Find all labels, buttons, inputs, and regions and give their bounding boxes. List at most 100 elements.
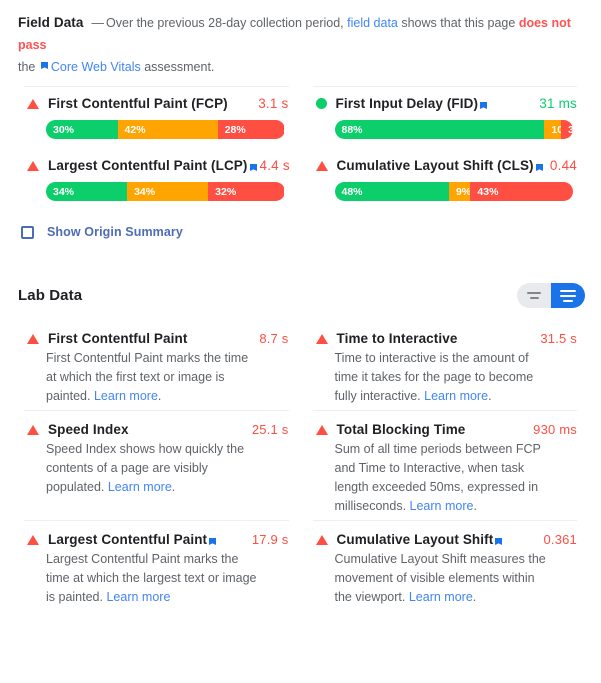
distribution-segment-good: 88% — [334, 120, 545, 139]
field-metric: First Contentful Paint (FCP) 3.1 s 30% 42% 2… — [18, 87, 295, 149]
lab-metric-row: Cumulative Layout Shift 0.361 — [313, 532, 578, 547]
lab-metric-name: First Contentful Paint — [48, 331, 188, 346]
lab-metric-description: Largest Contentful Paint marks the time … — [46, 552, 257, 604]
triangle-warning-icon — [315, 424, 328, 435]
field-metric-value: 4.4 s — [259, 158, 290, 173]
learn-more-link[interactable]: Learn more — [409, 590, 473, 604]
circle-pass-icon — [315, 98, 327, 109]
triangle-warning-icon — [27, 160, 39, 171]
lab-metric-row: Speed Index 25.1 s — [24, 422, 289, 437]
lab-metric-name: Time to Interactive — [336, 331, 458, 346]
lab-metric-cell: Total Blocking Time 930 ms Sum of all time… — [301, 410, 590, 520]
field-data-column-right: First Input Delay (FID) 31 ms 88%10%3% Cumu… — [301, 86, 590, 211]
lab-data-header: Lab Data — [0, 239, 601, 308]
lab-metric-cell: First Contentful Paint 8.7 s First Content… — [12, 320, 301, 410]
lab-data-title: Lab Data — [18, 287, 83, 304]
list-expanded-icon[interactable] — [551, 283, 585, 308]
learn-more-link[interactable]: Learn more — [410, 499, 474, 513]
core-web-vitals-link[interactable]: Core Web Vitals — [51, 60, 141, 74]
flag-icon — [494, 535, 503, 545]
lab-metric-value: 0.361 — [543, 532, 577, 547]
field-metric-row: First Input Delay (FID) 31 ms — [313, 96, 578, 111]
triangle-warning-icon — [315, 160, 328, 171]
lab-metric-cell: Cumulative Layout Shift 0.361 Cumulative L… — [301, 520, 590, 611]
field-metric-row: Largest Contentful Paint (LCP) 4.4 s — [24, 158, 290, 173]
learn-more-link[interactable]: Learn more — [108, 480, 172, 494]
distribution-segment-good: 48% — [334, 182, 449, 201]
field-metric-name: First Contentful Paint (FCP) — [48, 96, 228, 111]
lab-metric-value: 25.1 s — [251, 422, 289, 437]
field-data-link[interactable]: field data — [347, 16, 398, 30]
view-toggle[interactable] — [517, 283, 585, 308]
lab-metric-description: Speed Index shows how quickly the conten… — [46, 442, 245, 494]
header-dash: — — [91, 16, 105, 30]
field-data-header: Field Data — Over the previous 28-day coll… — [0, 0, 601, 78]
lab-metric-name: Total Blocking Time — [336, 422, 466, 437]
triangle-warning-icon — [27, 333, 39, 344]
field-data-column-left: First Contentful Paint (FCP) 3.1 s 30% 42% 2… — [12, 86, 301, 211]
lab-metric-row: Total Blocking Time 930 ms — [313, 422, 578, 437]
flag-icon — [535, 161, 544, 171]
triangle-warning-icon — [27, 98, 39, 109]
flag-icon — [249, 161, 258, 171]
show-origin-summary-row[interactable]: Show Origin Summary — [0, 211, 601, 239]
field-metric-value: 3.1 s — [258, 96, 289, 111]
distribution-segment-poor: 43% — [470, 182, 573, 201]
lab-metric-name: Largest Contentful Paint — [48, 532, 208, 547]
lab-metric-description: Time to interactive is the amount of tim… — [334, 351, 534, 403]
triangle-warning-icon — [315, 534, 328, 545]
list-condensed-icon[interactable] — [517, 283, 551, 308]
lab-metric-cell: Largest Contentful Paint 17.9 s Largest Co… — [12, 520, 301, 611]
distribution-bar: 34% 34% 32% — [46, 182, 285, 201]
learn-more-link[interactable]: Learn more — [94, 389, 158, 403]
triangle-warning-icon — [27, 534, 39, 545]
distribution-bar: 30% 42% 28% — [46, 120, 285, 139]
field-data-desc-4: assessment. — [144, 60, 215, 74]
field-data-desc-2: shows that this page — [401, 16, 516, 30]
lab-metric-name: Speed Index — [48, 422, 129, 437]
flag-icon — [208, 535, 217, 545]
flag-icon — [40, 57, 49, 69]
triangle-warning-icon — [27, 424, 39, 435]
lab-metric-cell: Time to Interactive 31.5 s Time to interac… — [301, 320, 590, 410]
field-metric-row: Cumulative Layout Shift (CLS) 0.44 — [313, 158, 578, 173]
distribution-segment-average: 9% — [448, 182, 471, 201]
learn-more-link[interactable]: Learn more — [424, 389, 488, 403]
lab-metric-description: Cumulative Layout Shift measures the mov… — [334, 552, 546, 604]
distribution-segment-average: 10% — [544, 120, 562, 139]
triangle-warning-icon — [315, 333, 328, 344]
lab-metric-cell: Speed Index 25.1 s Speed Index shows how q… — [12, 410, 301, 520]
distribution-segment-poor: 32% — [208, 182, 285, 201]
lab-metric-description: First Contentful Paint marks the time at… — [46, 351, 249, 403]
field-data-title: Field Data — [18, 15, 84, 30]
field-metric: Largest Contentful Paint (LCP) 4.4 s 34% 34… — [18, 149, 295, 211]
lab-metric-row: Largest Contentful Paint 17.9 s — [24, 532, 289, 547]
field-metric: First Input Delay (FID) 31 ms 88%10%3% — [307, 87, 584, 149]
field-metric-row: First Contentful Paint (FCP) 3.1 s — [24, 96, 289, 111]
field-data-grid: First Contentful Paint (FCP) 3.1 s 30% 42% 2… — [0, 78, 601, 211]
distribution-segment-good: 30% — [46, 120, 118, 139]
field-data-desc-3: the — [18, 60, 36, 74]
learn-more-link[interactable]: Learn more — [106, 590, 170, 604]
lab-metric-value: 17.9 s — [251, 532, 289, 547]
distribution-segment-good: 34% — [46, 182, 128, 201]
lab-metric-description: Sum of all time periods between FCP and … — [334, 442, 541, 513]
field-data-desc-1: Over the previous 28-day collection peri… — [106, 16, 344, 30]
field-metric: Cumulative Layout Shift (CLS) 0.44 48% 9% 43… — [307, 149, 584, 211]
flag-icon — [479, 99, 488, 109]
distribution-segment-average: 42% — [117, 120, 218, 139]
distribution-segment-poor: 28% — [217, 120, 285, 139]
lab-metric-row: First Contentful Paint 8.7 s — [24, 331, 289, 346]
lab-metric-value: 930 ms — [533, 422, 577, 437]
distribution-segment-average: 34% — [127, 182, 209, 201]
lab-metric-name: Cumulative Layout Shift — [336, 532, 494, 547]
field-metric-name: First Input Delay (FID) — [335, 96, 479, 111]
checkbox-unchecked-icon[interactable] — [21, 225, 34, 239]
field-metric-value: 0.44 — [549, 158, 577, 173]
distribution-bar: 48% 9% 43% — [334, 182, 574, 201]
show-origin-summary-label: Show Origin Summary — [47, 225, 183, 239]
distribution-segment-poor: 3% — [561, 120, 573, 139]
lab-metric-value: 8.7 s — [259, 331, 289, 346]
field-metric-value: 31 ms — [539, 96, 577, 111]
lab-metric-value: 31.5 s — [540, 331, 577, 346]
